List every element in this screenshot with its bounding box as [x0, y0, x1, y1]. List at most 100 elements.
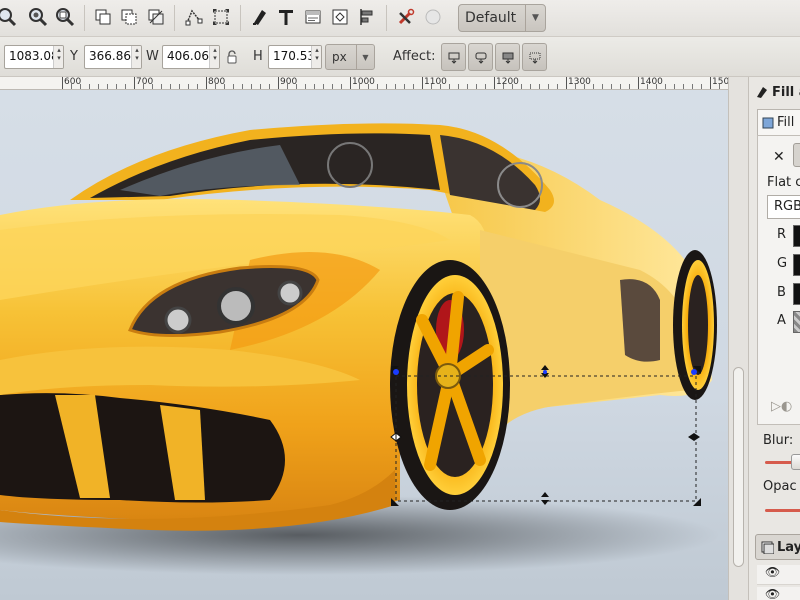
ruler-label: 1300	[568, 77, 591, 87]
ruler-minor-tick	[251, 84, 252, 89]
ruler-minor-tick	[314, 84, 315, 89]
w-field[interactable]: 406.065	[162, 45, 220, 69]
ruler-minor-tick	[692, 84, 693, 89]
eye-icon[interactable]: 👁	[765, 587, 780, 600]
h-label: H	[253, 49, 263, 64]
ruler-minor-tick	[233, 84, 234, 89]
command-toolbar: Default ▼	[0, 0, 800, 37]
ruler-minor-tick	[485, 84, 486, 89]
unlink-clone-icon[interactable]	[145, 6, 167, 28]
channel-a-slider[interactable]	[793, 311, 800, 333]
channel-g-label: G	[777, 256, 788, 271]
ruler-minor-tick	[143, 84, 144, 89]
y-field[interactable]: 366.862	[84, 45, 142, 69]
no-paint-icon[interactable]: ✕	[773, 149, 785, 165]
scrollbar-thumb[interactable]	[733, 367, 744, 567]
unit-dropdown[interactable]: px ▼	[325, 44, 375, 70]
dock-title[interactable]: Fill a	[755, 81, 800, 103]
flat-color-button[interactable]	[793, 143, 800, 167]
opacity-slider[interactable]	[765, 509, 800, 512]
style-preset-dropdown[interactable]: Default ▼	[458, 4, 546, 32]
zoom-page-icon[interactable]	[54, 6, 76, 28]
ruler-minor-tick	[674, 84, 675, 89]
channel-b-slider[interactable]	[793, 283, 800, 305]
channel-b-label: B	[777, 285, 786, 300]
channel-a-label: A	[777, 313, 786, 328]
ruler-minor-tick	[296, 84, 297, 89]
dock-title-label: Fill a	[772, 84, 800, 100]
blur-slider[interactable]	[765, 454, 800, 470]
lock-ratio-icon[interactable]	[226, 50, 238, 64]
ruler-minor-tick	[476, 84, 477, 89]
channel-r-slider[interactable]	[793, 225, 800, 247]
ruler-minor-tick	[701, 84, 702, 89]
color-picker-icon[interactable]: ▷◐	[771, 399, 792, 414]
ruler-minor-tick	[683, 84, 684, 89]
ruler-minor-tick	[107, 84, 108, 89]
tab-fill[interactable]: Fill	[757, 109, 800, 135]
ruler-minor-tick	[179, 84, 180, 89]
document-properties-icon[interactable]	[422, 6, 444, 28]
ruler-label: 1100	[424, 77, 447, 87]
ruler-minor-tick	[269, 84, 270, 89]
unit-value: px	[332, 50, 347, 64]
text-tool-icon[interactable]	[275, 6, 297, 28]
ruler-minor-tick	[467, 84, 468, 89]
affect-rounded-corners-button[interactable]	[468, 43, 493, 71]
layer-row[interactable]: 👁	[757, 565, 800, 585]
ruler-minor-tick	[602, 84, 603, 89]
x-field[interactable]: 1083.08	[4, 45, 64, 69]
transform-icon[interactable]	[210, 6, 232, 28]
ruler-minor-tick	[584, 84, 585, 89]
ruler-minor-tick	[593, 84, 594, 89]
channel-r-label: R	[777, 227, 787, 242]
xml-editor-icon[interactable]	[302, 6, 324, 28]
affect-stroke-width-button[interactable]	[441, 43, 466, 71]
horizontal-ruler[interactable]: 600700800900100011001200130014001500	[0, 77, 728, 90]
channel-g-slider[interactable]	[793, 254, 800, 276]
ruler-minor-tick	[665, 84, 666, 89]
ruler-minor-tick	[530, 84, 531, 89]
affect-gradients-button[interactable]	[495, 43, 520, 71]
chevron-down-icon: ▼	[356, 45, 374, 69]
y-label: Y	[70, 49, 78, 64]
ruler-minor-tick	[611, 84, 612, 89]
fill-stroke-icon[interactable]	[249, 6, 271, 28]
ruler-label: 1200	[496, 77, 519, 87]
preferences-icon[interactable]	[395, 6, 417, 28]
ruler-minor-tick	[89, 84, 90, 89]
blur-slider-knob[interactable]	[791, 454, 800, 470]
ruler-minor-tick	[116, 84, 117, 89]
ruler-minor-tick	[575, 84, 576, 89]
car-illustration[interactable]	[0, 90, 728, 600]
ruler-minor-tick	[197, 84, 198, 89]
layers-icon	[761, 541, 774, 554]
layer-row[interactable]: 👁	[757, 587, 800, 600]
ruler-minor-tick	[620, 84, 621, 89]
ruler-minor-tick	[458, 84, 459, 89]
zoom-in-icon[interactable]	[0, 6, 18, 28]
ruler-minor-tick	[98, 84, 99, 89]
clone-icon[interactable]	[118, 6, 140, 28]
ruler-minor-tick	[152, 84, 153, 89]
layers-icon[interactable]	[329, 6, 351, 28]
style-preset-value: Default	[465, 10, 517, 26]
align-icon[interactable]	[356, 6, 378, 28]
color-mode-tab[interactable]: RGB	[767, 195, 800, 219]
node-edit-icon[interactable]	[183, 6, 205, 28]
ruler-minor-tick	[323, 84, 324, 89]
layers-panel-header[interactable]: Lay	[755, 534, 800, 560]
vertical-scrollbar[interactable]	[728, 77, 748, 600]
ruler-minor-tick	[539, 84, 540, 89]
eye-icon[interactable]: 👁	[765, 565, 780, 579]
drawing-canvas[interactable]	[0, 90, 728, 600]
ruler-minor-tick	[404, 84, 405, 89]
affect-patterns-button[interactable]	[522, 43, 547, 71]
fill-stroke-icon	[757, 87, 767, 98]
duplicate-icon[interactable]	[92, 6, 114, 28]
ruler-minor-tick	[341, 84, 342, 89]
ruler-minor-tick	[431, 84, 432, 89]
zoom-drawing-icon[interactable]	[27, 6, 49, 28]
blur-label: Blur:	[763, 433, 794, 448]
h-field[interactable]: 170.536	[268, 45, 322, 69]
